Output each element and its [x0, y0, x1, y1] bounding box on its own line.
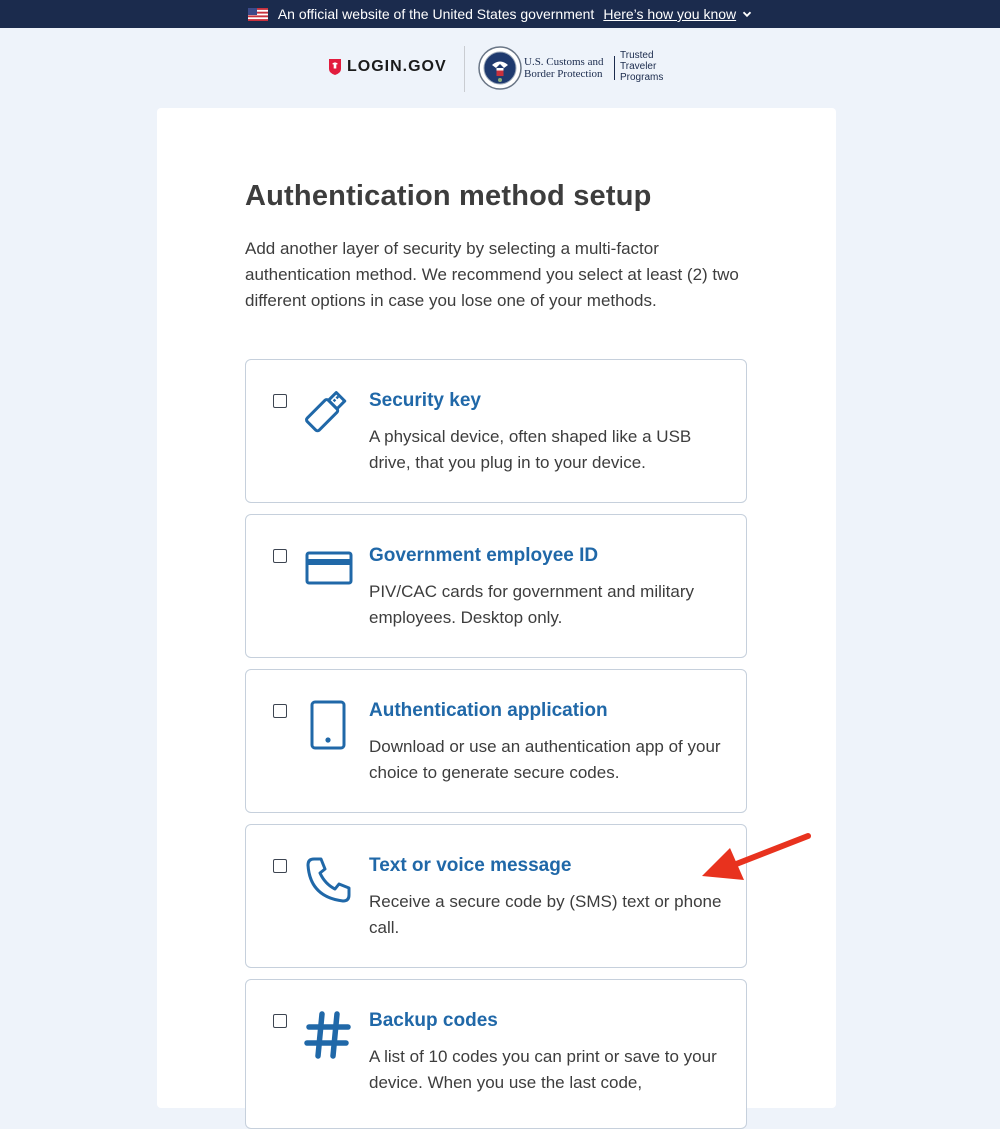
option-government-employee-id[interactable]: Government employee ID PIV/CAC cards for… [245, 514, 747, 658]
heres-how-you-know-link[interactable]: Here’s how you know [603, 6, 752, 22]
backup-codes-title: Backup codes [369, 1010, 498, 1031]
login-gov-wordmark: LOGIN.GOV [347, 58, 447, 75]
id-card-icon [305, 551, 353, 585]
ttp-name-line1: Trusted [620, 50, 654, 61]
option-authentication-application[interactable]: Authentication application Download or u… [245, 669, 747, 813]
option-text-or-voice-message[interactable]: Text or voice message Receive a secure c… [245, 824, 747, 968]
us-flag-icon [247, 7, 268, 21]
site-header: LOGIN.GOV U.S. Customs and Border Protec… [0, 44, 1000, 92]
backup-codes-description: A list of 10 codes you can print or save… [369, 1047, 717, 1092]
banner-link-label: Here’s how you know [603, 6, 737, 22]
backup-codes-checkbox[interactable] [273, 1014, 287, 1028]
text-voice-description: Receive a secure code by (SMS) text or p… [369, 892, 722, 937]
security-key-description: A physical device, often shaped like a U… [369, 427, 692, 472]
security-key-checkbox[interactable] [273, 394, 287, 408]
banner-text: An official website of the United States… [277, 6, 595, 22]
option-backup-codes[interactable]: Backup codes A list of 10 codes you can … [245, 979, 747, 1129]
header-divider [464, 46, 465, 92]
option-security-key[interactable]: Security key A physical device, often sh… [245, 359, 747, 503]
cbp-name-line1: U.S. Customs and [524, 56, 604, 68]
government-id-title: Government employee ID [369, 545, 599, 566]
dhs-seal-icon [478, 46, 522, 90]
intro-text: Add another layer of security by selecti… [245, 239, 739, 310]
ttp-name-line3: Programs [620, 72, 664, 83]
ttp-name-line2: Traveler [620, 61, 657, 72]
auth-app-description: Download or use an authentication app of… [369, 737, 721, 782]
cbp-name-line2: Border Protection [524, 68, 603, 80]
tablet-icon [310, 700, 346, 750]
hash-icon [304, 1011, 351, 1059]
ttp-name: Trusted Traveler Programs [620, 50, 663, 83]
chevron-down-icon [742, 11, 752, 18]
phone-icon [306, 857, 351, 903]
text-voice-title: Text or voice message [369, 855, 572, 876]
page-title: Authentication method setup [245, 180, 652, 212]
cbp-name: U.S. Customs and Border Protection [524, 56, 603, 80]
auth-app-title: Authentication application [369, 700, 608, 721]
auth-app-checkbox[interactable] [273, 704, 287, 718]
usb-key-icon [305, 391, 347, 433]
security-key-title: Security key [369, 390, 481, 411]
government-id-description: PIV/CAC cards for government and militar… [369, 582, 695, 627]
annotation-arrow-icon [702, 833, 811, 880]
government-id-checkbox[interactable] [273, 549, 287, 563]
login-gov-logo[interactable]: LOGIN.GOV [329, 58, 447, 76]
text-voice-checkbox[interactable] [273, 859, 287, 873]
program-separator [614, 56, 615, 80]
login-shield-icon [329, 59, 341, 75]
gov-banner: An official website of the United States… [0, 0, 1000, 28]
